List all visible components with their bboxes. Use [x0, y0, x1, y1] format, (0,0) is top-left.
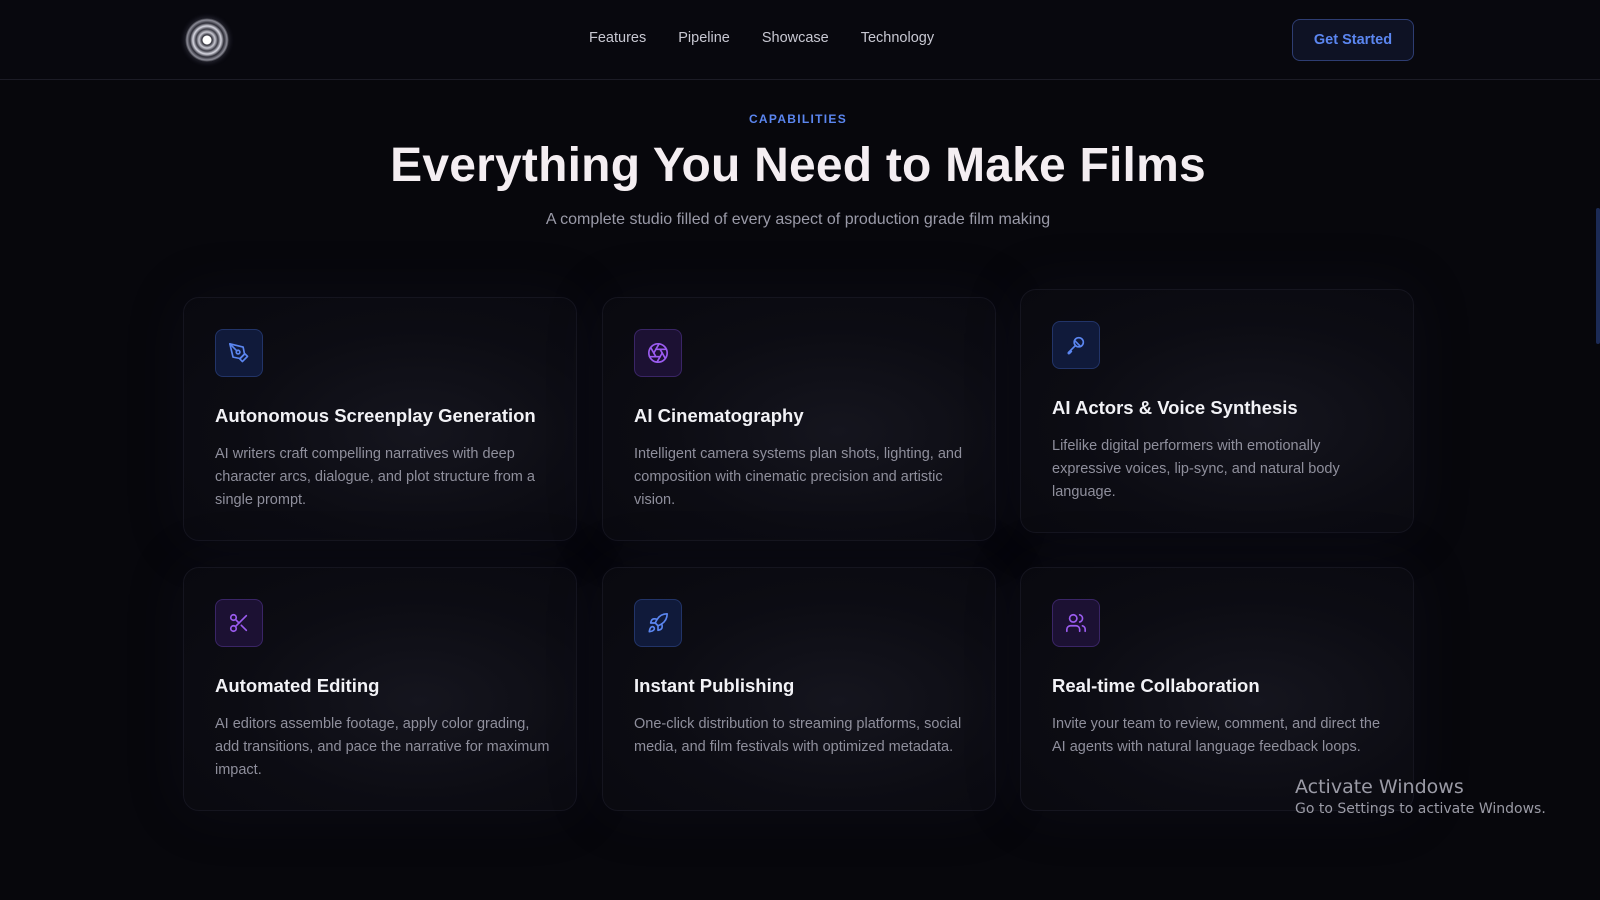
card-description: Lifelike digital performers with emotion… [1052, 438, 1340, 500]
activate-windows-watermark: Activate Windows Go to Settings to activ… [1295, 776, 1546, 817]
card-title: AI Actors & Voice Synthesis [1052, 397, 1298, 418]
nav-link-pipeline[interactable]: Pipeline [678, 30, 730, 46]
card-title: Autonomous Screenplay Generation [215, 405, 536, 426]
card-description: Invite your team to review, comment, and… [1052, 716, 1381, 755]
feature-card-screenplay: Autonomous Screenplay Generation AI writ… [183, 297, 577, 541]
section-eyebrow: CAPABILITIES [748, 112, 848, 126]
watermark-subtitle: Go to Settings to activate Windows. [1295, 801, 1546, 817]
scissors-icon [215, 599, 263, 647]
feature-card-cinematography: AI Cinematography Intelligent camera sys… [602, 297, 996, 541]
nav-link-features[interactable]: Features [589, 30, 646, 46]
feature-card-collaboration: Real-time Collaboration Invite your team… [1020, 567, 1414, 811]
card-title: Real-time Collaboration [1052, 675, 1260, 696]
card-description: One-click distribution to streaming plat… [634, 716, 962, 755]
aperture-icon [634, 329, 682, 377]
spiral-logo-icon[interactable] [185, 18, 229, 62]
card-description: AI editors assemble footage, apply color… [215, 716, 550, 778]
nav-link-showcase[interactable]: Showcase [762, 30, 829, 46]
card-description: Intelligent camera systems plan shots, l… [634, 446, 963, 508]
get-started-button[interactable]: Get Started [1292, 19, 1414, 61]
pen-tool-icon [215, 329, 263, 377]
feature-card-actors-voice: AI Actors & Voice Synthesis Lifelike dig… [1020, 289, 1414, 533]
scrollbar-thumb[interactable] [1596, 208, 1600, 344]
section-title: Everything You Need to Make Films [390, 139, 1206, 192]
nav-links: Features Pipeline Showcase Technology [589, 30, 934, 46]
feature-card-publishing: Instant Publishing One-click distributio… [602, 567, 996, 811]
card-title: Instant Publishing [634, 675, 795, 696]
page: Features Pipeline Showcase Technology Ge… [0, 0, 1600, 900]
users-icon [1052, 599, 1100, 647]
nav-link-technology[interactable]: Technology [861, 30, 934, 46]
top-navbar: Features Pipeline Showcase Technology Ge… [0, 0, 1600, 80]
card-description: AI writers craft compelling narratives w… [215, 446, 535, 508]
card-title: Automated Editing [215, 675, 380, 696]
microphone-icon [1052, 321, 1100, 369]
feature-card-editing: Automated Editing AI editors assemble fo… [183, 567, 577, 811]
card-title: AI Cinematography [634, 405, 804, 426]
rocket-icon [634, 599, 682, 647]
section-subtitle: A complete studio filled of every aspect… [545, 211, 1051, 228]
watermark-title: Activate Windows [1295, 776, 1464, 798]
